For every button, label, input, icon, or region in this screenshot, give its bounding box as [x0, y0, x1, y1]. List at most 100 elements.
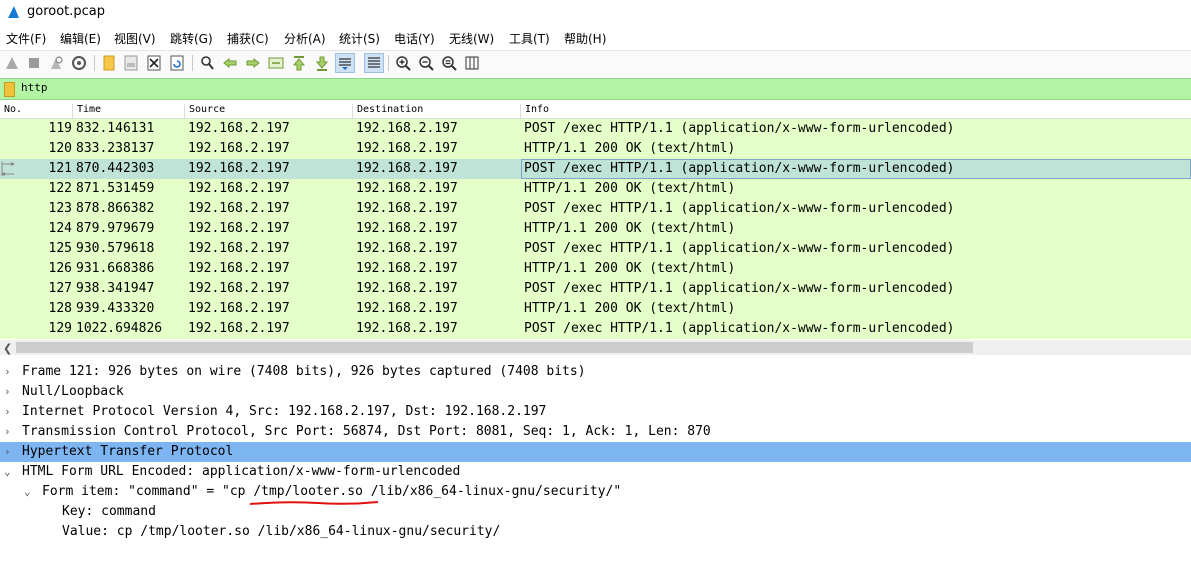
save-file-icon[interactable]	[122, 54, 140, 72]
go-to-packet-icon[interactable]	[267, 54, 285, 72]
packet-time-cell: 931.668386	[76, 261, 155, 276]
display-filter-bar[interactable]: http	[0, 78, 1191, 100]
reload-file-icon[interactable]	[168, 54, 186, 72]
chevron-right-icon[interactable]: ›	[4, 425, 16, 438]
menu-capture[interactable]: 捕获(C)	[227, 30, 269, 47]
resize-columns-icon[interactable]	[463, 54, 481, 72]
filter-bookmark-icon[interactable]	[4, 82, 15, 97]
menu-go[interactable]: 跳转(G)	[170, 30, 213, 47]
related-packet-arrow-icon	[1, 162, 15, 176]
start-capture-icon[interactable]	[3, 54, 21, 72]
go-first-packet-icon[interactable]	[290, 54, 308, 72]
packet-row[interactable]: 124 879.979679 192.168.2.197 192.168.2.197 H…	[0, 219, 1191, 239]
scrollbar-thumb[interactable]	[16, 342, 973, 353]
packet-info-cell: HTTP/1.1 200 OK (text/html)	[524, 301, 736, 316]
menu-telephony[interactable]: 电话(Y)	[394, 30, 435, 47]
detail-tree-item[interactable]: ⌄ HTML Form URL Encoded: application/x-ww…	[0, 462, 1191, 482]
menu-bar: 文件(F) 编辑(E) 视图(V) 跳转(G) 捕获(C) 分析(A) 统计(S…	[0, 28, 1191, 48]
chevron-down-icon[interactable]: ⌄	[24, 485, 36, 498]
detail-tree-item[interactable]: Key: command	[0, 502, 1191, 522]
detail-tree-item[interactable]: › Hypertext Transfer Protocol	[0, 442, 1191, 462]
selected-cell-focus	[521, 159, 1191, 179]
zoom-in-icon[interactable]	[394, 54, 412, 72]
menu-file[interactable]: 文件(F)	[6, 30, 46, 47]
window-title: goroot.pcap	[27, 4, 106, 19]
packet-details: › Frame 121: 926 bytes on wire (7408 bits…	[0, 362, 1191, 576]
restart-capture-icon[interactable]	[47, 54, 65, 72]
go-back-icon[interactable]	[221, 54, 239, 72]
packet-row[interactable]: 122 871.531459 192.168.2.197 192.168.2.197 H…	[0, 179, 1191, 199]
chevron-right-icon[interactable]: ›	[4, 385, 16, 398]
chevron-right-icon[interactable]: ›	[4, 365, 16, 378]
packet-info-cell: HTTP/1.1 200 OK (text/html)	[524, 221, 736, 236]
packet-row[interactable]: 129 1022.694826 192.168.2.197 192.168.2.197…	[0, 319, 1191, 339]
column-header-source[interactable]: Source	[184, 104, 225, 118]
toolbar-separator	[192, 55, 193, 71]
packet-list-header: No. Time Source Destination Info	[0, 101, 1191, 119]
packet-list-scrollbar[interactable]: ❮	[0, 340, 1191, 355]
menu-statistics[interactable]: 统计(S)	[339, 30, 380, 47]
packet-row[interactable]: 125 930.579618 192.168.2.197 192.168.2.197 P…	[0, 239, 1191, 259]
menu-tools[interactable]: 工具(T)	[509, 30, 550, 47]
detail-tree-item[interactable]: Value: cp /tmp/looter.so /lib/x86_64-lin…	[0, 522, 1191, 542]
packet-row[interactable]: 120 833.238137 192.168.2.197 192.168.2.197 H…	[0, 139, 1191, 159]
display-filter-input[interactable]: http	[21, 81, 48, 94]
chevron-down-icon[interactable]: ⌄	[4, 465, 16, 478]
zoom-out-icon[interactable]	[417, 54, 435, 72]
packet-time-cell: 939.433320	[76, 301, 155, 316]
detail-tree-item[interactable]: › Frame 121: 926 bytes on wire (7408 bits…	[0, 362, 1191, 382]
packet-dst-cell: 192.168.2.197	[356, 261, 458, 276]
close-file-icon[interactable]	[145, 54, 163, 72]
packet-src-cell: 192.168.2.197	[188, 181, 290, 196]
column-header-info[interactable]: Info	[520, 104, 549, 118]
packet-row[interactable]: 123 878.866382 192.168.2.197 192.168.2.197 P…	[0, 199, 1191, 219]
packet-dst-cell: 192.168.2.197	[356, 141, 458, 156]
packet-row[interactable]: 127 938.341947 192.168.2.197 192.168.2.197 P…	[0, 279, 1191, 299]
normal-size-icon[interactable]	[440, 54, 458, 72]
packet-row[interactable]: 128 939.433320 192.168.2.197 192.168.2.197 H…	[0, 299, 1191, 319]
packet-dst-cell: 192.168.2.197	[356, 201, 458, 216]
detail-tree-item[interactable]: › Internet Protocol Version 4, Src: 192.1…	[0, 402, 1191, 422]
detail-tree-label: Hypertext Transfer Protocol	[22, 444, 234, 459]
packet-info-cell: HTTP/1.1 200 OK (text/html)	[524, 181, 736, 196]
auto-scroll-icon[interactable]	[335, 53, 355, 73]
packet-no-cell: 122	[48, 181, 72, 196]
capture-options-icon[interactable]	[70, 54, 88, 72]
open-file-icon[interactable]	[100, 54, 118, 72]
colorize-icon[interactable]	[364, 53, 384, 73]
detail-tree-label: Transmission Control Protocol, Src Port:…	[22, 424, 711, 439]
go-forward-icon[interactable]	[244, 54, 262, 72]
detail-tree-item[interactable]: › Null/Loopback	[0, 382, 1191, 402]
menu-view[interactable]: 视图(V)	[114, 30, 156, 47]
menu-analyze[interactable]: 分析(A)	[284, 30, 326, 47]
main-toolbar	[0, 50, 1191, 76]
packet-row[interactable]: 126 931.668386 192.168.2.197 192.168.2.197 H…	[0, 259, 1191, 279]
column-header-time[interactable]: Time	[72, 104, 101, 118]
column-header-no[interactable]: No.	[0, 104, 22, 118]
detail-tree-label: Null/Loopback	[22, 384, 124, 399]
menu-help[interactable]: 帮助(H)	[564, 30, 606, 47]
packet-dst-cell: 192.168.2.197	[356, 161, 458, 176]
go-last-packet-icon[interactable]	[313, 54, 331, 72]
menu-edit[interactable]: 编辑(E)	[60, 30, 101, 47]
column-header-destination[interactable]: Destination	[352, 104, 423, 118]
packet-dst-cell: 192.168.2.197	[356, 281, 458, 296]
packet-info-cell: POST /exec HTTP/1.1 (application/x-www-f…	[524, 201, 955, 216]
packet-list: No. Time Source Destination Info 119 832.…	[0, 101, 1191, 353]
chevron-right-icon[interactable]: ›	[4, 445, 16, 458]
packet-time-cell: 1022.694826	[76, 321, 163, 336]
detail-tree-label: HTML Form URL Encoded: application/x-www…	[22, 464, 461, 479]
packet-no-cell: 126	[48, 261, 72, 276]
detail-tree-item[interactable]: ⌄ Form item: "command" = "cp /tmp/looter.…	[0, 482, 1191, 502]
packet-row[interactable]: 119 832.146131 192.168.2.197 192.168.2.197 P…	[0, 119, 1191, 139]
scroll-left-icon[interactable]: ❮	[3, 342, 12, 355]
chevron-right-icon[interactable]: ›	[4, 405, 16, 418]
detail-tree-item[interactable]: › Transmission Control Protocol, Src Port…	[0, 422, 1191, 442]
packet-row-selected[interactable]: 121 870.442303 192.168.2.197 192.168.2.197 P…	[0, 159, 1191, 179]
toolbar-separator	[94, 55, 95, 71]
packet-src-cell: 192.168.2.197	[188, 221, 290, 236]
stop-capture-icon[interactable]	[25, 54, 43, 72]
find-packet-icon[interactable]	[198, 54, 216, 72]
detail-tree-label: Frame 121: 926 bytes on wire (7408 bits)…	[22, 364, 586, 379]
menu-wireless[interactable]: 无线(W)	[449, 30, 494, 47]
